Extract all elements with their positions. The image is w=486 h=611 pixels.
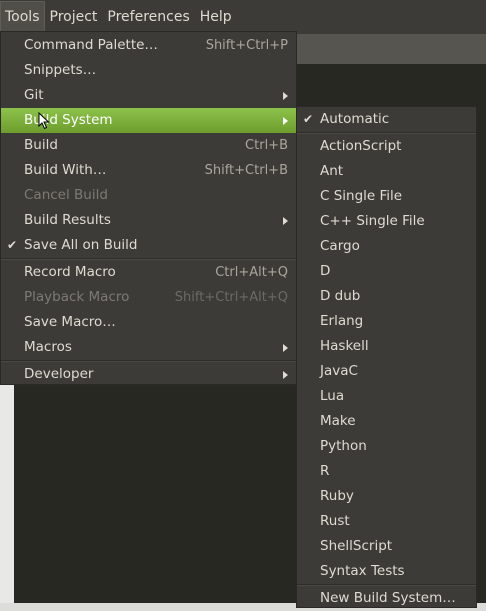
menu-item-label: Ant xyxy=(320,163,344,179)
menu-item-label: Haskell xyxy=(320,338,369,354)
build-system-haskell[interactable]: Haskell xyxy=(297,334,476,359)
build-system-d[interactable]: D xyxy=(297,259,476,284)
menu-item-label: Record Macro xyxy=(24,264,116,280)
build-system-automatic[interactable]: ✔ Automatic xyxy=(297,107,476,132)
menu-item-label: Erlang xyxy=(320,313,364,329)
build-system-javac[interactable]: JavaC xyxy=(297,359,476,384)
menu-item-label: ActionScript xyxy=(320,138,402,154)
menu-item-git[interactable]: Git xyxy=(1,83,296,108)
menu-item-label: Macros xyxy=(24,339,72,355)
menubar: Tools Project Preferences Help xyxy=(0,0,486,34)
menu-item-label: Cargo xyxy=(320,238,360,254)
build-system-actionscript[interactable]: ActionScript xyxy=(297,134,476,159)
tools-menu: Command Palette… Shift+Ctrl+P Snippets… … xyxy=(0,31,297,385)
menu-item-build[interactable]: Build Ctrl+B xyxy=(1,133,296,158)
menu-item-label: Developer xyxy=(24,366,94,382)
menu-item-label: C++ Single File xyxy=(320,213,425,229)
build-system-syntax-tests[interactable]: Syntax Tests xyxy=(297,559,476,584)
build-system-cargo[interactable]: Cargo xyxy=(297,234,476,259)
menu-item-label: New Build System… xyxy=(320,590,456,606)
build-system-c-single-file[interactable]: C Single File xyxy=(297,184,476,209)
shortcut-label: Shift+Ctrl+Alt+Q xyxy=(174,290,288,305)
menu-item-label: JavaC xyxy=(320,363,358,379)
menu-item-label: Snippets… xyxy=(24,62,97,78)
chevron-right-icon xyxy=(283,344,288,352)
menu-item-snippets[interactable]: Snippets… xyxy=(1,58,296,83)
menu-item-save-macro[interactable]: Save Macro… xyxy=(1,310,296,335)
menu-item-record-macro[interactable]: Record Macro Ctrl+Alt+Q xyxy=(1,260,296,285)
menu-item-label: Automatic xyxy=(320,111,390,127)
shortcut-label: Ctrl+B xyxy=(245,138,288,153)
menu-item-label: Command Palette… xyxy=(24,37,158,53)
menu-item-cancel-build: Cancel Build xyxy=(1,183,296,208)
build-system-lua[interactable]: Lua xyxy=(297,384,476,409)
checkmark-icon: ✔ xyxy=(303,112,314,126)
menu-item-label: Build Results xyxy=(24,212,111,228)
build-system-python[interactable]: Python xyxy=(297,434,476,459)
menu-item-label: C Single File xyxy=(320,188,403,204)
build-system-ruby[interactable]: Ruby xyxy=(297,484,476,509)
build-system-d-dub[interactable]: D dub xyxy=(297,284,476,309)
menu-item-label: Save Macro… xyxy=(24,314,116,330)
menu-item-label: Build xyxy=(24,137,58,153)
menu-preferences[interactable]: Preferences xyxy=(102,1,194,33)
menu-item-macros[interactable]: Macros xyxy=(1,335,296,360)
menu-item-label: Cancel Build xyxy=(24,187,108,203)
menu-item-label: Lua xyxy=(320,388,345,404)
menu-item-save-all-on-build[interactable]: ✔ Save All on Build xyxy=(1,233,296,258)
shortcut-label: Ctrl+Alt+Q xyxy=(215,265,288,280)
build-system-ant[interactable]: Ant xyxy=(297,159,476,184)
chevron-right-icon xyxy=(283,371,288,379)
build-system-make[interactable]: Make xyxy=(297,409,476,434)
build-system-submenu: ✔ Automatic ActionScript Ant C Single Fi… xyxy=(296,106,477,608)
menu-item-label: Rust xyxy=(320,513,350,529)
build-system-erlang[interactable]: Erlang xyxy=(297,309,476,334)
shortcut-label: Shift+Ctrl+P xyxy=(205,38,288,53)
build-system-new[interactable]: New Build System… xyxy=(297,586,476,611)
chevron-right-icon xyxy=(283,92,288,100)
menu-item-label: Save All on Build xyxy=(24,237,138,253)
menu-item-developer[interactable]: Developer xyxy=(1,362,296,387)
menu-tools[interactable]: Tools xyxy=(0,1,45,33)
menu-item-label: Ruby xyxy=(320,488,354,504)
menu-item-label: Python xyxy=(320,438,367,454)
menu-item-label: Syntax Tests xyxy=(320,563,405,579)
build-system-rust[interactable]: Rust xyxy=(297,509,476,534)
menu-item-label: Make xyxy=(320,413,356,429)
checkmark-icon: ✔ xyxy=(7,238,18,252)
menu-project[interactable]: Project xyxy=(45,1,103,33)
shortcut-label: Shift+Ctrl+B xyxy=(204,163,288,178)
tab-strip xyxy=(296,34,486,64)
menu-item-playback-macro: Playback Macro Shift+Ctrl+Alt+Q xyxy=(1,285,296,310)
menu-help[interactable]: Help xyxy=(195,1,237,33)
chevron-right-icon xyxy=(283,217,288,225)
mouse-pointer-icon xyxy=(38,112,50,130)
build-system-r[interactable]: R xyxy=(297,459,476,484)
menu-item-label: Git xyxy=(24,87,44,103)
menu-item-label: R xyxy=(320,463,330,479)
menu-item-label: D dub xyxy=(320,288,361,304)
menu-item-label: Build With… xyxy=(24,162,107,178)
build-system-cpp-single-file[interactable]: C++ Single File xyxy=(297,209,476,234)
build-system-shellscript[interactable]: ShellScript xyxy=(297,534,476,559)
menu-item-command-palette[interactable]: Command Palette… Shift+Ctrl+P xyxy=(1,33,296,58)
chevron-right-icon xyxy=(283,117,288,125)
menu-item-build-results[interactable]: Build Results xyxy=(1,208,296,233)
menu-item-build-with[interactable]: Build With… Shift+Ctrl+B xyxy=(1,158,296,183)
menu-item-label: ShellScript xyxy=(320,538,393,554)
menu-item-label: Playback Macro xyxy=(24,289,130,305)
menu-item-label: D xyxy=(320,263,331,279)
